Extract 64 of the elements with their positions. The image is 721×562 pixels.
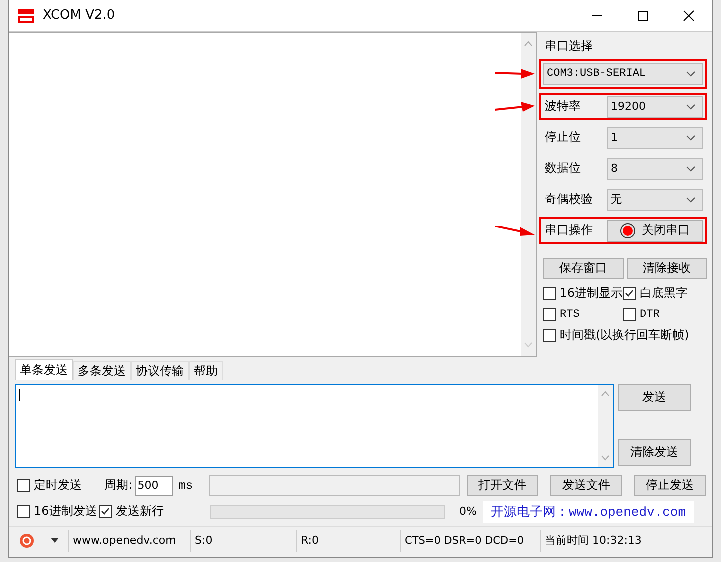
chevron-down-icon [686, 196, 696, 202]
send-button[interactable]: 清除发送 [618, 439, 691, 466]
checkbox[interactable] [99, 505, 112, 518]
chevron-down-icon [686, 166, 696, 172]
checkbox[interactable] [623, 308, 636, 321]
banner-link[interactable]: 开源电子网：www.openedv.com [483, 500, 694, 522]
checkbox-label: 白底黑字 [640, 285, 688, 302]
sent-count: S:0 [191, 530, 297, 552]
line-status: CTS=0 DSR=0 DCD=0 [401, 530, 541, 552]
port-dropdown[interactable]: COM3:USB-SERIAL [543, 63, 703, 85]
setting-label: 停止位 [544, 129, 582, 146]
close-port-button[interactable]: 关闭串口 [607, 220, 703, 242]
setting-label: 数据位 [544, 160, 582, 177]
send-button[interactable]: 发送 [618, 384, 691, 411]
period-input-field[interactable]: 500 [134, 476, 173, 496]
close-icon[interactable] [683, 10, 695, 22]
file-path-field[interactable] [208, 475, 460, 496]
chevron-down-icon [686, 104, 696, 110]
file-button[interactable]: 发送文件 [550, 475, 622, 496]
chevron-down-icon [686, 71, 696, 77]
checkbox-label: 时间戳(以换行回车断帧) [560, 327, 690, 344]
chevron-down-icon [686, 134, 696, 140]
unit-label: ms [178, 478, 194, 492]
received-count: R:0 [297, 530, 401, 552]
checkbox[interactable] [543, 329, 556, 342]
power-icon[interactable] [19, 532, 35, 548]
tab[interactable]: 帮助 [189, 361, 223, 380]
status-url: www.openedv.com [69, 530, 191, 552]
checkbox-label: 16进制显示 [560, 285, 623, 302]
maximize-icon[interactable] [637, 10, 649, 22]
setting-label: 波特率 [544, 98, 582, 115]
checkbox[interactable] [543, 308, 556, 321]
file-button[interactable]: 停止发送 [634, 475, 706, 496]
section-label: 串口选择 [545, 38, 594, 55]
period-label: 周期: [104, 477, 133, 494]
caret-icon[interactable] [51, 538, 59, 543]
setting-dropdown[interactable]: 19200 [607, 96, 703, 118]
checkbox[interactable] [623, 287, 636, 300]
checkbox-label: RTS [560, 308, 580, 320]
checkbox-label: DTR [640, 308, 660, 320]
checkbox[interactable] [17, 505, 30, 518]
file-button[interactable]: 打开文件 [466, 475, 538, 496]
logo-icon [17, 8, 35, 24]
arrow [495, 102, 535, 112]
checkbox[interactable] [17, 479, 30, 492]
panel-button[interactable]: 保存窗口 [543, 258, 624, 279]
checkbox-label: 定时发送 [34, 477, 82, 494]
setting-dropdown[interactable]: 8 [607, 158, 703, 180]
tab[interactable]: 多条发送 [73, 361, 131, 380]
checkbox[interactable] [543, 287, 556, 300]
setting-dropdown[interactable]: 1 [607, 126, 703, 148]
setting-label: 串口操作 [544, 222, 594, 239]
panel-button[interactable]: 清除接收 [626, 258, 707, 279]
window-title: XCOM V2.0 [43, 8, 116, 23]
arrow [495, 69, 535, 79]
progress-reading: 0% [458, 505, 477, 518]
arrow [495, 226, 535, 236]
current-time: 当前时间 10:32:13 [544, 533, 642, 549]
tab[interactable]: 协议传输 [131, 361, 189, 380]
tab[interactable]: 单条发送 [15, 359, 73, 380]
checkbox-label: 16进制发送 [34, 503, 98, 520]
setting-label: 奇偶校验 [544, 191, 594, 208]
checkbox-label: 发送新行 [116, 503, 164, 520]
setting-dropdown[interactable]: 无 [607, 188, 703, 210]
